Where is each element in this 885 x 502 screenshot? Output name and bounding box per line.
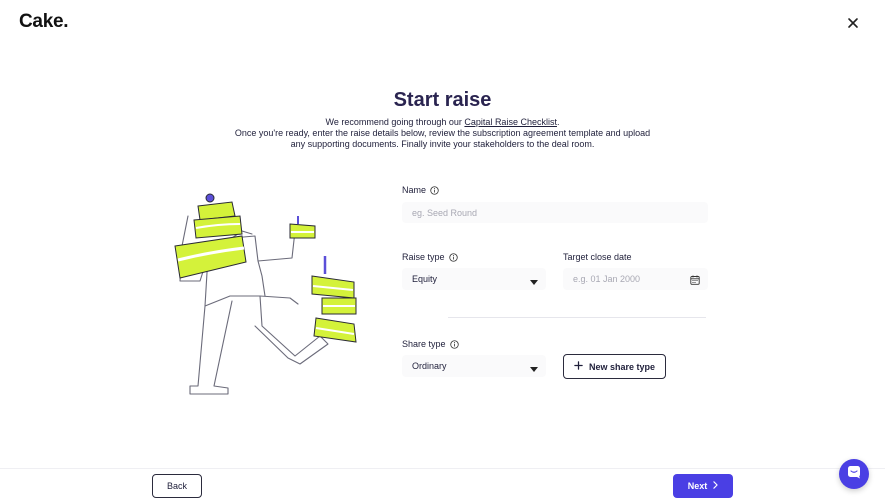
back-label: Back <box>166 481 187 491</box>
page-title: Start raise <box>393 89 492 111</box>
new-share-type-label: New share type <box>588 361 656 372</box>
raise-type-label-row: Raise type <box>402 252 458 262</box>
info-icon[interactable] <box>449 339 459 349</box>
info-icon[interactable] <box>448 252 458 262</box>
raise-type-select[interactable]: Equity <box>402 268 546 290</box>
share-type-value: Ordinary <box>412 361 447 371</box>
raise-type-label: Raise type <box>402 252 445 262</box>
new-share-type-button[interactable]: New share type <box>563 354 666 379</box>
caret-down-icon <box>530 277 538 285</box>
calendar-icon[interactable] <box>690 275 700 285</box>
intro-line-2: Once you're ready, enter the raise detai… <box>234 128 651 138</box>
next-label: Next <box>687 481 708 491</box>
info-icon[interactable] <box>430 185 439 195</box>
intro-post: . <box>556 117 560 127</box>
name-label-row: Name <box>402 185 439 195</box>
target-close-date-input[interactable]: e.g. 01 Jan 2000 <box>563 268 708 290</box>
name-label: Name <box>402 185 427 195</box>
intro-line-3: any supporting documents. Finally invite… <box>290 139 595 149</box>
caret-down-icon <box>530 364 538 372</box>
close-icon[interactable] <box>843 13 863 33</box>
chat-icon <box>847 465 861 484</box>
section-divider <box>448 317 706 318</box>
name-placeholder: eg. Seed Round <box>412 207 478 218</box>
intro-pre: We recommend going through our <box>325 117 465 127</box>
app-logo[interactable]: Cake. <box>19 11 69 33</box>
intro-text: We recommend going through our Capital R… <box>200 117 685 150</box>
share-type-label-row: Share type <box>402 339 459 349</box>
cake-waiter-illustration <box>170 186 370 400</box>
footer-bar <box>0 468 885 502</box>
chat-launcher-button[interactable] <box>839 459 869 489</box>
share-type-label: Share type <box>402 339 446 349</box>
raise-type-value: Equity <box>412 274 438 284</box>
target-close-date-placeholder: e.g. 01 Jan 2000 <box>573 274 641 284</box>
back-button[interactable]: Back <box>152 474 202 498</box>
plus-icon <box>574 361 583 372</box>
name-input[interactable]: eg. Seed Round <box>402 202 708 223</box>
target-close-date-label-row: Target close date <box>563 252 632 262</box>
target-close-date-label: Target close date <box>563 252 632 262</box>
chevron-right-icon <box>713 481 718 491</box>
share-type-select[interactable]: Ordinary <box>402 355 546 377</box>
next-button[interactable]: Next <box>673 474 733 498</box>
capital-raise-checklist-link[interactable]: Capital Raise Checklist <box>464 117 557 127</box>
